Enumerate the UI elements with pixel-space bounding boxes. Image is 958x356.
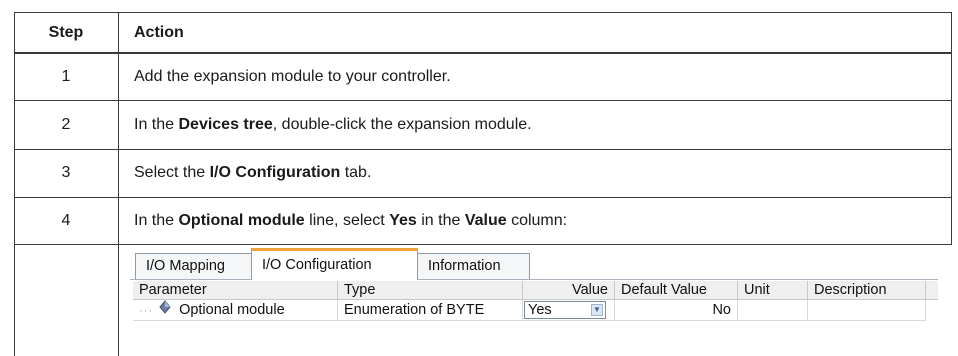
value-dropdown[interactable]: Yes ▼ [524,301,606,319]
column-header-description[interactable]: Description [808,281,926,300]
header-action: Action [134,24,184,41]
column-header-filler [926,281,938,300]
unit-cell [738,300,808,321]
column-header-parameter[interactable]: Parameter [133,281,338,300]
parameter-grid: Parameter Type Value Default Value Unit … [133,281,938,356]
tab-io-configuration[interactable]: I/O Configuration [251,248,418,280]
step-number: 3 [61,164,71,181]
column-divider [118,12,119,356]
step-action: In the Devices tree, double-click the ex… [134,116,532,133]
column-header-type[interactable]: Type [338,281,523,300]
step-action: In the Optional module line, select Yes … [134,212,568,229]
table-border-right [951,12,952,245]
step-action: Add the expansion module to your control… [134,68,451,85]
tree-connector: ··· [139,305,153,317]
type-cell: Enumeration of BYTE [338,300,523,321]
description-cell [808,300,926,321]
row-separator [14,100,952,101]
column-header-unit[interactable]: Unit [738,281,808,300]
step-number: 4 [61,212,71,229]
column-header-value[interactable]: Value [523,281,615,300]
parameter-name: Optional module [179,302,285,318]
row-separator [14,197,952,198]
header-separator [14,52,952,54]
module-diamond-icon [159,300,171,320]
default-value-cell: No [615,300,738,321]
parameter-cell[interactable]: ··· Optional module [133,300,338,321]
chevron-down-icon[interactable]: ▼ [591,304,603,316]
value-selected: Yes [528,302,552,318]
step-number: 1 [61,68,71,85]
tab-io-mapping[interactable]: I/O Mapping [135,253,252,279]
column-header-default-value[interactable]: Default Value [615,281,738,300]
header-step: Step [48,24,84,41]
table-border-left [14,12,15,356]
tab-bar: I/O Mapping I/O Configuration Informatio… [130,245,938,280]
table-top-border [14,12,952,13]
row-separator [14,149,952,150]
value-cell[interactable]: Yes ▼ [523,300,615,321]
tab-information[interactable]: Information [417,253,530,279]
step-action: Select the I/O Configuration tab. [134,164,372,181]
io-configuration-screenshot: I/O Mapping I/O Configuration Informatio… [130,245,938,356]
step-number: 2 [61,116,71,133]
